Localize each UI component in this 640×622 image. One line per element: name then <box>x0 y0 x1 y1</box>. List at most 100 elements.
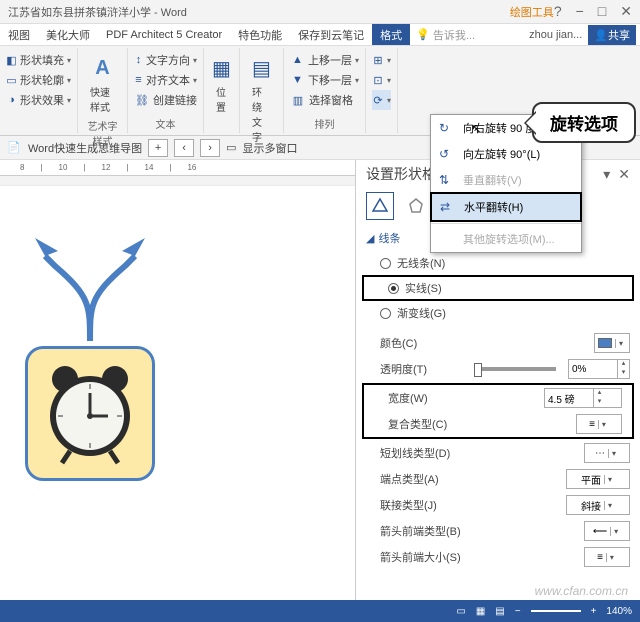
tab-beautify[interactable]: 美化大师 <box>38 24 98 45</box>
paint-icon: ◧ <box>6 52 17 68</box>
panel-menu-button[interactable]: ▾ <box>603 166 610 183</box>
tab-special[interactable]: 特色功能 <box>230 24 290 45</box>
transparency-field: 透明度(T)▴▾ <box>356 356 640 382</box>
ribbon: ◧形状填充▾ ▭形状轮廓▾ ◑形状效果▾ A快速样式 艺术字样式 ↕文字方向▾ … <box>0 46 640 136</box>
tab-view[interactable]: 视图 <box>0 24 38 45</box>
user-name[interactable]: zhou jian... <box>529 29 582 41</box>
rotate-right-icon: ↻ <box>439 121 455 135</box>
close-button[interactable]: ✕ <box>620 3 632 20</box>
letter-a-icon: A <box>89 54 117 82</box>
page[interactable] <box>0 186 355 600</box>
shape-fill-button[interactable]: ◧形状填充▾ <box>6 50 71 70</box>
ribbon-tabs: 视图 美化大师 PDF Architect 5 Creator 特色功能 保存到… <box>0 24 640 46</box>
shape-outline-button[interactable]: ▭形状轮廓▾ <box>6 70 71 90</box>
forward-icon: ▲ <box>290 52 305 68</box>
window-controls: ? − □ ✕ <box>554 3 632 20</box>
nav-prev[interactable]: ‹ <box>174 139 194 157</box>
flip-horizontal-item[interactable]: ⇄水平翻转(H)↖ <box>430 192 582 222</box>
rotate-icon: ⟳ <box>372 92 384 108</box>
rotate-button[interactable]: ⟳▾ <box>372 90 391 110</box>
no-line-radio[interactable]: 无线条(N) <box>356 252 640 274</box>
view-print-icon[interactable]: ▦ <box>476 606 485 617</box>
flip-h-icon: ⇄ <box>440 200 456 214</box>
help-icon[interactable]: ? <box>554 3 562 20</box>
statusbar: ▭ ▦ ▤ − + 140% <box>0 600 640 622</box>
compound-icon: ≡ <box>589 419 595 430</box>
effects-icon: ◑ <box>6 92 17 108</box>
minimize-button[interactable]: − <box>576 3 584 20</box>
position-button[interactable]: ▦位置 <box>210 50 233 118</box>
zoom-out[interactable]: − <box>515 606 521 617</box>
fill-line-category[interactable] <box>366 192 394 220</box>
quick-styles-button[interactable]: A快速样式 <box>84 50 121 118</box>
document-title: 江苏省如东县拼茶镇浒洋小学 - Word <box>8 4 430 20</box>
share-button[interactable]: 👤共享 <box>588 25 636 45</box>
contextual-tab-label: 绘图工具 <box>510 4 554 20</box>
wrap-icon: ▤ <box>248 54 276 82</box>
zoom-level[interactable]: 140% <box>606 606 632 617</box>
flip-vertical-item[interactable]: ⇅垂直翻转(V) <box>431 167 581 193</box>
view-web-icon[interactable]: ▤ <box>495 606 504 617</box>
wrap-text-button[interactable]: ▤环绕文字 <box>246 50 277 148</box>
arrow-type-icon: ⟵ <box>593 526 607 537</box>
compound-select[interactable]: ≡▾ <box>576 414 622 434</box>
arrow-begin-size-field: 箭头前端大小(S)≡▾ <box>356 544 640 570</box>
separator <box>431 223 581 224</box>
branch-arrows-shape[interactable] <box>20 226 160 346</box>
maximize-button[interactable]: □ <box>598 3 606 20</box>
cap-field: 端点类型(A)平面▾ <box>356 466 640 492</box>
join-select[interactable]: 斜接▾ <box>566 495 630 515</box>
bring-forward-button[interactable]: ▲上移一层▾ <box>290 50 359 70</box>
align-text-button[interactable]: ≡对齐文本▾ <box>134 70 197 90</box>
watermark: www.cfan.com.cn <box>535 584 628 598</box>
tab-cloud[interactable]: 保存到云笔记 <box>290 24 372 45</box>
dash-select[interactable]: ⋯▾ <box>584 443 630 463</box>
nav-next[interactable]: › <box>200 139 220 157</box>
color-picker[interactable]: ▾ <box>594 333 630 353</box>
multi-window-icon: ▭ <box>226 141 236 154</box>
align-objects-icon: ⊞ <box>372 52 384 68</box>
group-label-artstyles: 艺术字样式 <box>84 118 121 148</box>
view-read-icon[interactable]: ▭ <box>456 606 465 617</box>
width-input[interactable]: ▴▾ <box>544 388 622 408</box>
callout-rotate-options: 旋转选项 <box>532 102 636 143</box>
alarm-clock-icon <box>40 361 140 466</box>
zoom-in[interactable]: + <box>591 606 597 617</box>
selection-pane-button[interactable]: ▥选择窗格 <box>290 90 359 110</box>
arrow-begin-size-select[interactable]: ≡▾ <box>584 547 630 567</box>
clock-image-card[interactable] <box>25 346 155 481</box>
group-label-arrange: 排列 <box>290 116 359 131</box>
link-icon: ⛓ <box>134 92 150 108</box>
shape-effects-button[interactable]: ◑形状效果▾ <box>6 90 71 110</box>
zoom-slider[interactable] <box>531 610 581 612</box>
create-link-button[interactable]: ⛓创建链接 <box>134 90 197 110</box>
dash-field: 短划线类型(D)⋯▾ <box>356 440 640 466</box>
align-button[interactable]: ⊞▾ <box>372 50 391 70</box>
group-icon: ⊡ <box>372 72 384 88</box>
outline-icon: ▭ <box>6 72 17 88</box>
dash-icon: ⋯ <box>595 448 605 459</box>
bulb-icon: 💡 <box>416 28 430 41</box>
group-button[interactable]: ⊡▾ <box>372 70 391 90</box>
text-direction-button[interactable]: ↕文字方向▾ <box>134 50 197 70</box>
ruler[interactable]: 8|10|12|14|16 <box>0 160 355 176</box>
tab-format[interactable]: 格式 <box>372 24 410 45</box>
tell-me[interactable]: 💡告诉我... <box>416 27 475 43</box>
rotate-left-icon: ↺ <box>439 147 455 161</box>
titlebar: 江苏省如东县拼茶镇浒洋小学 - Word 绘图工具 ? − □ ✕ <box>0 0 640 24</box>
transparency-slider[interactable] <box>474 367 556 371</box>
solid-line-radio[interactable]: 实线(S) <box>364 277 632 299</box>
panel-close-button[interactable]: ✕ <box>618 166 630 183</box>
rotate-left-item[interactable]: ↺向左旋转 90°(L) <box>431 141 581 167</box>
cap-select[interactable]: 平面▾ <box>566 469 630 489</box>
text-dir-icon: ↕ <box>134 52 143 68</box>
more-rotate-item[interactable]: 其他旋转选项(M)... <box>431 226 581 252</box>
send-backward-button[interactable]: ▼下移一层▾ <box>290 70 359 90</box>
effects-category[interactable] <box>402 192 430 220</box>
gradient-line-radio[interactable]: 渐变线(G) <box>356 302 640 324</box>
transparency-input[interactable]: ▴▾ <box>568 359 630 379</box>
arrow-begin-type-select[interactable]: ⟵▾ <box>584 521 630 541</box>
join-field: 联接类型(J)斜接▾ <box>356 492 640 518</box>
nav-new[interactable]: + <box>148 139 168 157</box>
tab-pdf[interactable]: PDF Architect 5 Creator <box>98 24 230 45</box>
